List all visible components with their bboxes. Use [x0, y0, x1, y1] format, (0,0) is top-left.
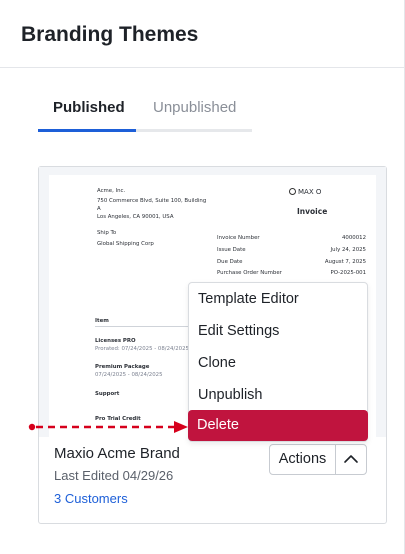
preview-line-detail: 07/24/2025 - 08/24/2025 [95, 372, 163, 378]
menu-item-clone[interactable]: Clone [189, 348, 369, 379]
tab-published[interactable]: Published [53, 99, 125, 116]
preview-doc-title: Invoice [297, 207, 328, 216]
preview-meta-value: PO-2025-001 [330, 270, 366, 276]
preview-company: Acme, Inc. [97, 188, 126, 194]
preview-line-detail: Prorated: 07/24/2025 - 08/24/2025 [95, 346, 189, 352]
page-header: Branding Themes [0, 0, 405, 68]
page-title: Branding Themes [21, 23, 199, 46]
circle-logo-icon [289, 188, 296, 195]
active-tab-indicator [38, 129, 136, 132]
preview-logo: MAX O [289, 187, 321, 196]
preview-line-name: Premium Package [95, 364, 150, 370]
preview-meta-label: Issue Date [217, 247, 246, 253]
actions-split-button: Actions [269, 444, 367, 475]
tab-unpublished[interactable]: Unpublished [153, 99, 236, 116]
actions-button[interactable]: Actions [270, 445, 336, 474]
preview-line-name: Support [95, 391, 120, 397]
actions-menu: Template Editor Edit Settings Clone Unpu… [188, 282, 368, 442]
menu-item-template-editor[interactable]: Template Editor [189, 284, 369, 315]
chevron-up-icon [344, 455, 358, 463]
theme-name: Maxio Acme Brand [54, 445, 180, 462]
menu-item-unpublish[interactable]: Unpublish [189, 380, 369, 411]
preview-meta-label: Due Date [217, 259, 243, 265]
preview-ship-to-label: Ship To [97, 230, 117, 236]
preview-item-header: Item [95, 318, 109, 324]
preview-meta-value: July 24, 2025 [330, 247, 366, 253]
actions-toggle-button[interactable] [336, 445, 366, 474]
preview-meta-label: Invoice Number [217, 235, 260, 241]
last-edited: Last Edited 04/29/26 [54, 468, 174, 483]
preview-logo-text: MAX O [298, 188, 322, 196]
tab-bar: Published Unpublished [38, 86, 252, 132]
dashed-arrow-icon [28, 421, 188, 433]
preview-city: Los Angeles, CA 90001, USA [97, 214, 174, 220]
preview-meta-value: August 7, 2025 [324, 259, 366, 265]
preview-address-line-1: 750 Commerce Blvd, Suite 100, Building [97, 198, 207, 204]
preview-meta-label: Purchase Order Number [217, 270, 282, 276]
menu-item-delete[interactable]: Delete [188, 410, 368, 441]
preview-address-line-2: A [97, 206, 101, 212]
preview-ship-to-value: Global Shipping Corp [97, 241, 154, 247]
menu-item-edit-settings[interactable]: Edit Settings [189, 316, 369, 347]
preview-meta-value: 4000012 [341, 235, 366, 241]
customers-link[interactable]: 3 Customers [54, 491, 128, 506]
preview-line-name: Licenses PRO [95, 338, 136, 344]
